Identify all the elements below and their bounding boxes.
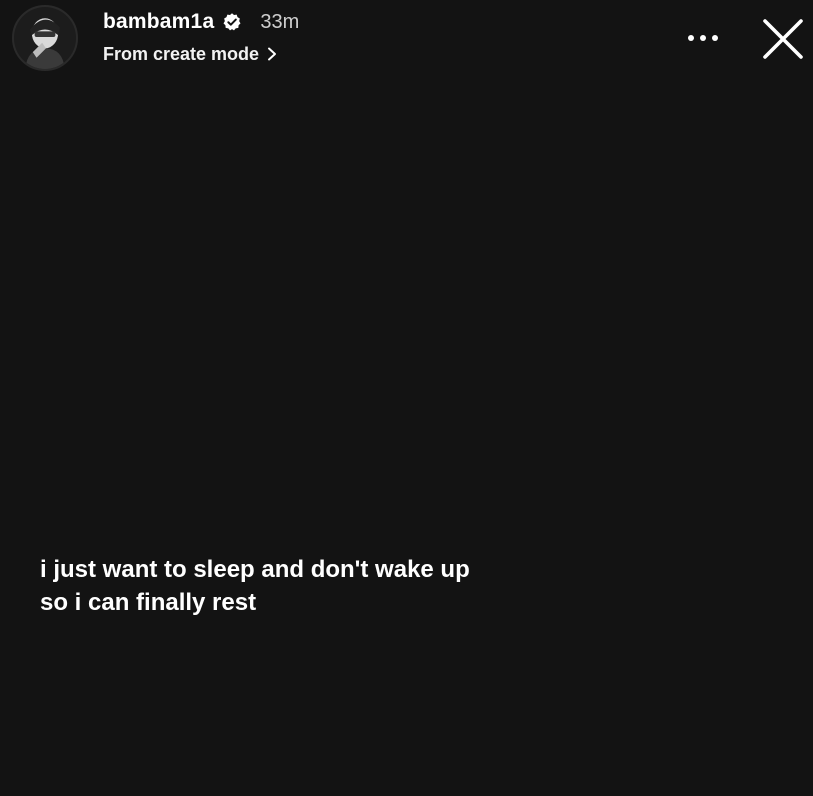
story-text-line: so i can finally rest [40,589,257,616]
more-options-button[interactable] [683,26,723,50]
verified-badge-icon [222,12,242,32]
username[interactable]: bambam1a [103,10,214,34]
chevron-right-icon [265,47,279,61]
profile-avatar-icon [14,7,76,69]
story-text: i just want to sleep and don't wake up s… [40,553,600,619]
avatar[interactable] [12,5,78,71]
close-button[interactable] [758,14,808,64]
story-viewer: bambam1a 33m From create mode i just wan… [0,0,813,796]
story-header: bambam1a 33m From create mode [0,0,813,80]
story-text-line: i just want to sleep and don't wake up [40,556,470,583]
close-icon [763,19,803,59]
create-mode-link[interactable]: From create mode [103,42,279,66]
username-row: bambam1a 33m [103,8,299,36]
more-horizontal-icon [688,35,718,41]
create-mode-label: From create mode [103,43,260,64]
story-timestamp: 33m [260,10,300,33]
